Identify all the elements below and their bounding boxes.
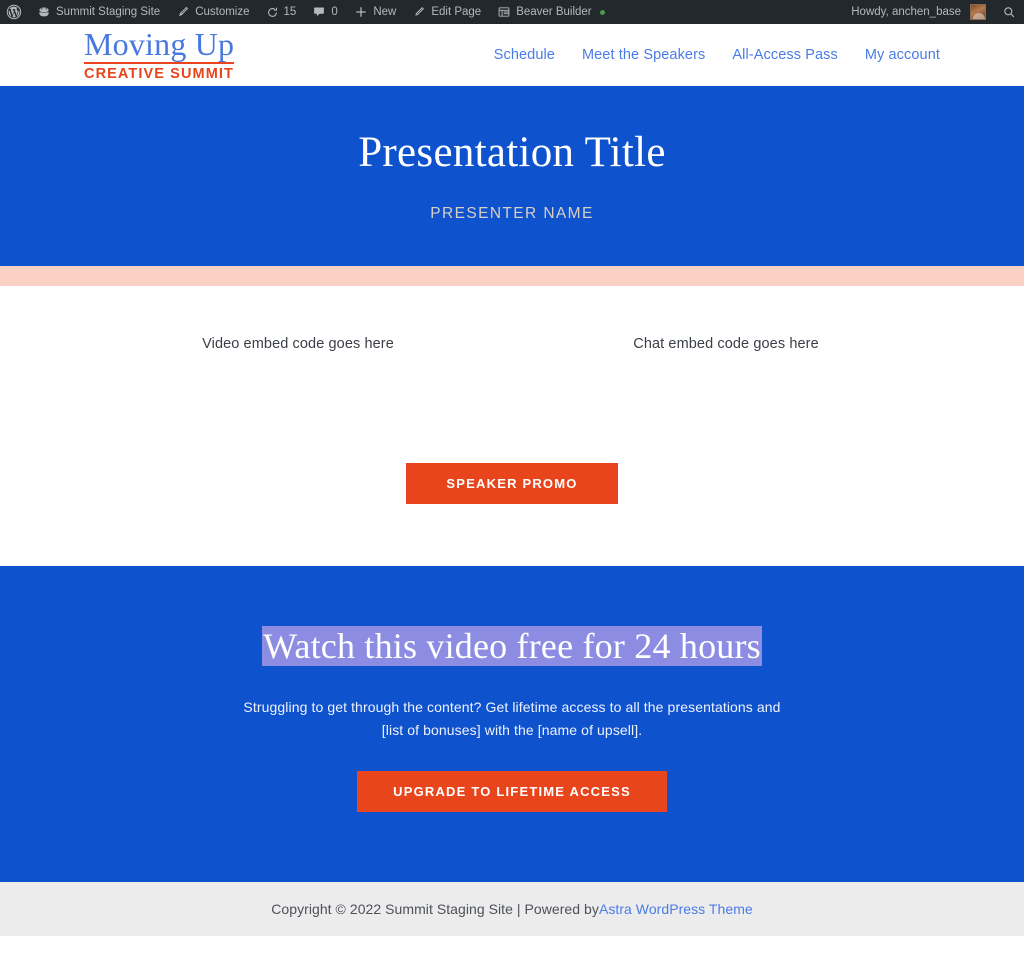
admin-bar-wp-logo[interactable]: [0, 0, 29, 24]
paintbrush-icon: [176, 5, 190, 19]
admin-bar-customize[interactable]: Customize: [168, 0, 257, 24]
wordpress-logo-icon: [6, 4, 22, 20]
site-header: Moving Up CREATIVE SUMMIT Schedule Meet …: [0, 24, 1024, 86]
admin-bar-edit-page[interactable]: Edit Page: [404, 0, 489, 24]
cta-heading-highlight: Watch this video free for 24 hours: [262, 626, 762, 666]
presenter-name: PRESENTER NAME: [430, 204, 594, 222]
comment-bubble-icon: [312, 5, 326, 19]
admin-bar-comments-count: 0: [331, 6, 338, 18]
cta-heading: Watch this video free for 24 hours: [0, 626, 1024, 667]
search-icon: [1002, 5, 1016, 19]
cta-body-text: Struggling to get through the content? G…: [243, 699, 781, 738]
nav-item-meet-the-speakers[interactable]: Meet the Speakers: [582, 47, 705, 63]
admin-bar-updates-count: 15: [283, 6, 297, 18]
pencil-edit-icon: [412, 5, 426, 19]
admin-bar-customize-label: Customize: [195, 6, 250, 18]
admin-bar-updates[interactable]: 15: [258, 0, 305, 24]
primary-navigation: Schedule Meet the Speakers All-Access Pa…: [494, 47, 940, 63]
admin-bar-new-label: New: [373, 6, 397, 18]
footer-theme-link[interactable]: Astra WordPress Theme: [599, 901, 753, 917]
upsell-cta-section: Watch this video free for 24 hours Strug…: [0, 566, 1024, 882]
site-logo-primary: Moving Up: [84, 26, 235, 65]
admin-bar-howdy-label: Howdy, anchen_base: [851, 6, 961, 18]
admin-bar-edit-page-label: Edit Page: [431, 6, 482, 18]
speaker-promo-wrap: SPEAKER PROMO: [0, 463, 1024, 504]
hero-section: Presentation Title PRESENTER NAME: [0, 86, 1024, 266]
beaver-builder-layout-icon: [497, 5, 511, 19]
admin-bar-site-name[interactable]: Summit Staging Site: [29, 0, 168, 24]
footer-copyright-text: Copyright © 2022 Summit Staging Site | P…: [271, 900, 599, 917]
embed-row: Video embed code goes here Chat embed co…: [0, 336, 1024, 352]
nav-item-my-account[interactable]: My account: [865, 47, 940, 63]
admin-bar-comments[interactable]: 0: [304, 0, 346, 24]
speaker-promo-button[interactable]: SPEAKER PROMO: [406, 463, 618, 504]
site-footer: Copyright © 2022 Summit Staging Site | P…: [0, 881, 1024, 936]
user-avatar: [970, 4, 986, 20]
video-embed-placeholder: Video embed code goes here: [202, 336, 394, 352]
page-title: Presentation Title: [358, 129, 666, 177]
chat-embed-placeholder: Chat embed code goes here: [633, 336, 819, 352]
site-logo[interactable]: Moving Up CREATIVE SUMMIT: [84, 26, 235, 83]
upgrade-lifetime-access-button[interactable]: UPGRADE TO LIFETIME ACCESS: [357, 770, 667, 812]
site-logo-secondary: CREATIVE SUMMIT: [84, 66, 234, 83]
plus-icon: [354, 5, 368, 19]
admin-bar-site-name-label: Summit Staging Site: [56, 6, 161, 18]
updates-refresh-icon: [266, 6, 279, 19]
wp-admin-bar: Summit Staging Site Customize 15 0 New E…: [0, 0, 1024, 24]
home-dashboard-icon: [37, 5, 51, 19]
accent-divider-band: [0, 266, 1024, 286]
beaver-builder-status-dot: [599, 9, 605, 15]
nav-item-all-access-pass[interactable]: All-Access Pass: [732, 47, 837, 63]
nav-item-schedule[interactable]: Schedule: [494, 47, 555, 63]
admin-bar-my-account[interactable]: Howdy, anchen_base: [843, 0, 994, 24]
admin-bar-new-content[interactable]: New: [346, 0, 404, 24]
main-content: Video embed code goes here Chat embed co…: [0, 286, 1024, 566]
admin-bar-beaver-builder-label: Beaver Builder: [516, 6, 592, 18]
admin-bar-search[interactable]: [994, 0, 1024, 24]
cta-button-wrap: UPGRADE TO LIFETIME ACCESS: [0, 770, 1024, 812]
admin-bar-beaver-builder[interactable]: Beaver Builder: [489, 0, 612, 24]
